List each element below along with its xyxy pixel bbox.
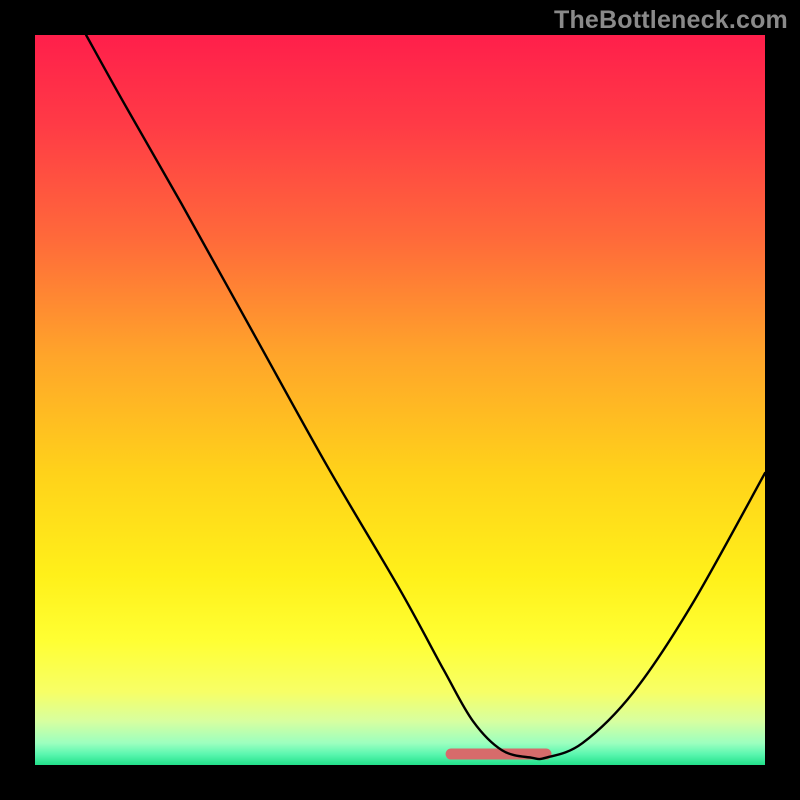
curve-layer bbox=[35, 35, 765, 765]
watermark-text: TheBottleneck.com bbox=[554, 6, 788, 35]
bottleneck-curve-path bbox=[86, 35, 765, 759]
chart-frame: TheBottleneck.com bbox=[0, 0, 800, 800]
plot-area bbox=[35, 35, 765, 765]
